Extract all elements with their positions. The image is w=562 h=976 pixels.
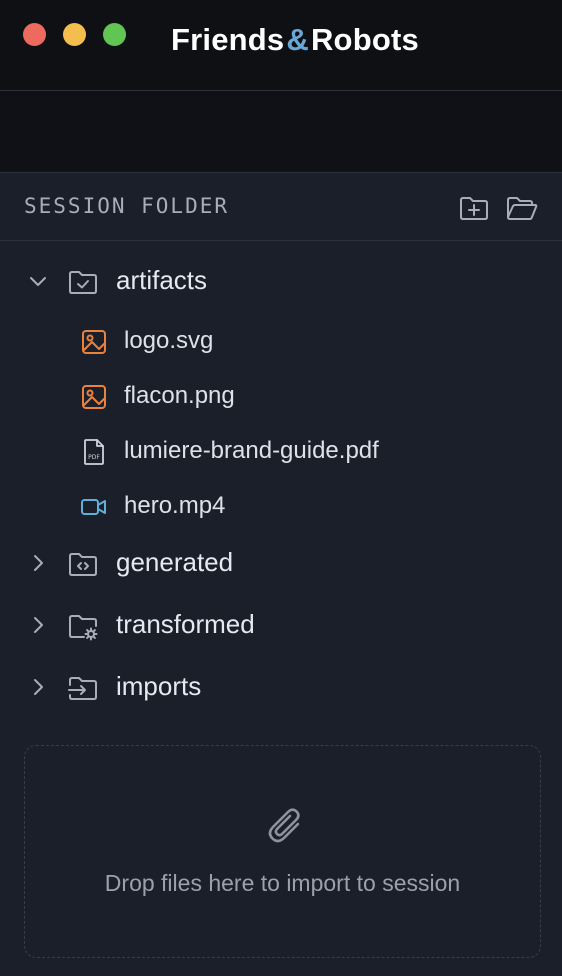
tree-folder-artifacts[interactable]: artifacts xyxy=(0,256,562,306)
svg-text:PDF: PDF xyxy=(88,454,100,461)
toolbar xyxy=(0,91,562,173)
tree-file-flacon-png[interactable]: flacon.png xyxy=(0,372,562,422)
file-drop-zone[interactable]: Drop files here to import to session xyxy=(24,745,541,958)
paperclip-icon xyxy=(268,808,300,843)
folder-label: imports xyxy=(116,671,202,701)
chevron-right-icon xyxy=(34,617,43,633)
title-bar: Friends & Robots xyxy=(0,0,562,91)
image-icon xyxy=(82,385,106,409)
folder-label: generated xyxy=(116,547,234,577)
file-label: hero.mp4 xyxy=(124,492,226,519)
drop-zone-text: Drop files here to import to session xyxy=(104,870,461,896)
file-label: logo.svg xyxy=(124,327,214,354)
zoom-window-button[interactable] xyxy=(103,23,126,46)
section-title: SESSION FOLDER xyxy=(24,194,230,218)
minimize-window-button[interactable] xyxy=(63,23,86,46)
app-window: Friends & Robots SESSION FOLDER artifact… xyxy=(0,0,562,976)
video-icon xyxy=(81,499,106,515)
tree-file-brand-guide-pdf[interactable]: PDF lumiere-brand-guide.pdf xyxy=(0,427,562,477)
open-folder-button[interactable] xyxy=(505,191,539,225)
chevron-right-icon xyxy=(34,555,43,571)
file-label: flacon.png xyxy=(124,382,235,409)
image-icon xyxy=(82,330,106,354)
folder-check-icon xyxy=(69,271,97,294)
folder-label: transformed xyxy=(116,609,255,639)
chevron-down-icon xyxy=(30,277,46,286)
folder-label: artifacts xyxy=(116,265,208,295)
app-logo: Friends & Robots xyxy=(171,22,419,66)
tree-folder-imports[interactable]: imports xyxy=(0,662,562,712)
folder-gear-icon xyxy=(69,615,98,641)
folder-plus-icon xyxy=(460,197,488,220)
tree-folder-generated[interactable]: generated xyxy=(0,538,562,588)
folder-import-icon xyxy=(68,677,97,700)
tree-folder-transformed[interactable]: transformed xyxy=(0,600,562,650)
new-folder-button[interactable] xyxy=(457,191,491,225)
tree-file-logo-svg[interactable]: logo.svg xyxy=(0,317,562,367)
chevron-right-icon xyxy=(34,679,43,695)
tree-file-hero-mp4[interactable]: hero.mp4 xyxy=(0,482,562,532)
folder-code-icon xyxy=(69,553,97,576)
brand-ampersand: & xyxy=(286,22,309,57)
brand-name-left: Friends xyxy=(171,22,285,57)
file-label: lumiere-brand-guide.pdf xyxy=(124,437,379,464)
close-window-button[interactable] xyxy=(23,23,46,46)
folder-open-icon xyxy=(507,197,538,220)
session-folder-header: SESSION FOLDER xyxy=(0,173,562,241)
brand-name-right: Robots xyxy=(310,22,419,57)
pdf-file-icon: PDF xyxy=(84,439,104,465)
